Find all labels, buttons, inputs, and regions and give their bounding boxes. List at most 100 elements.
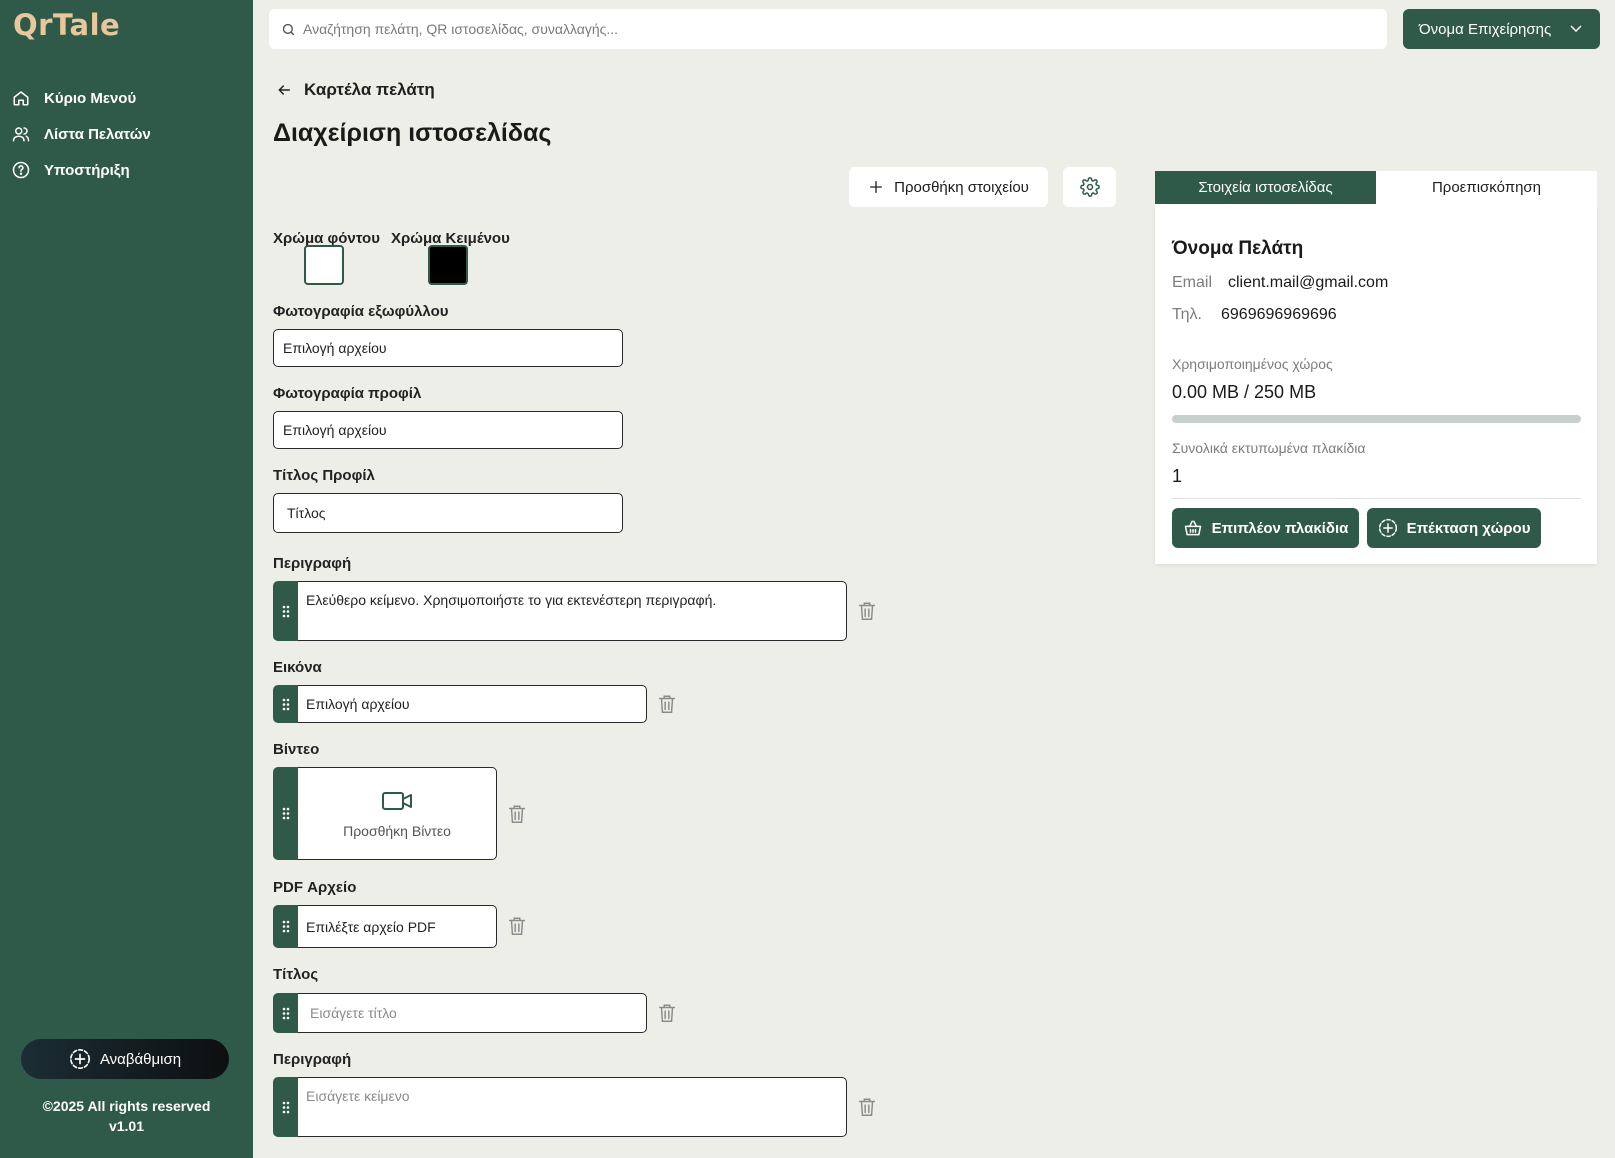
more-tiles-button[interactable]: Επιπλέον πλακίδια <box>1172 508 1359 548</box>
cover-photo-file-input[interactable]: Επιλογή αρχείου <box>273 329 623 367</box>
sidebar-item-clients[interactable]: Λίστα Πελατών <box>12 116 151 152</box>
drag-handle[interactable] <box>273 1077 298 1137</box>
drag-handle-icon <box>282 807 289 820</box>
drag-handle[interactable] <box>273 685 298 723</box>
upgrade-button[interactable]: Αναβάθμιση <box>21 1039 229 1079</box>
profile-photo-file-input[interactable]: Επιλογή αρχείου <box>273 411 623 449</box>
description-textarea[interactable]: Εισάγετε κείμενο <box>298 1077 847 1137</box>
profile-title-input[interactable]: Τίτλος <box>273 493 623 533</box>
add-element-button[interactable]: Προσθήκη στοιχείου <box>849 167 1048 207</box>
add-video-label: Προσθήκη Βίντεο <box>343 822 451 839</box>
add-element-label: Προσθήκη στοιχείου <box>894 178 1029 196</box>
sidebar-item-support[interactable]: Υποστήριξη <box>12 152 151 188</box>
title-input[interactable]: Εισάγετε τίτλο <box>298 993 647 1033</box>
upgrade-label: Αναβάθμιση <box>99 1050 182 1068</box>
tiles-label: Συνολικά εκτυπωμένα πλακίδια <box>1172 440 1366 456</box>
tab-preview[interactable]: Προεπισκόπηση <box>1376 171 1597 204</box>
pdf-file-input[interactable]: Επιλέξτε αρχείο PDF <box>298 905 497 948</box>
profile-title-value: Τίτλος <box>287 505 326 521</box>
title-block-label: Τίτλος <box>273 966 319 983</box>
help-circle-icon <box>12 161 30 179</box>
pdf-block: Επιλέξτε αρχείο PDF <box>273 905 497 948</box>
email-label: Email <box>1172 274 1213 291</box>
sidebar-nav: Κύριο Μενού Λίστα Πελατών Υποστήριξη <box>12 80 151 188</box>
profile-title-label: Τίτλος Προφίλ <box>273 467 375 484</box>
more-tiles-label: Επιπλέον πλακίδια <box>1211 519 1349 537</box>
text-color-swatch[interactable] <box>428 245 468 285</box>
title-placeholder: Εισάγετε τίτλο <box>310 1005 397 1021</box>
drag-handle[interactable] <box>273 905 298 948</box>
sidebar-item-label: Κύριο Μενού <box>44 89 137 107</box>
storage-progress-bar <box>1172 415 1581 423</box>
image-file-input[interactable]: Επιλογή αρχείου <box>298 685 647 723</box>
search-bar <box>269 9 1387 49</box>
trash-icon[interactable] <box>506 803 528 825</box>
chevron-down-icon <box>1570 25 1582 33</box>
drag-handle-icon <box>282 698 289 710</box>
sidebar-item-label: Λίστα Πελατών <box>44 125 151 143</box>
plus-circle-icon <box>1378 518 1397 538</box>
settings-button[interactable] <box>1063 167 1116 207</box>
users-icon <box>12 127 30 142</box>
email-value: client.mail@gmail.com <box>1228 274 1389 291</box>
version-text: v1.01 <box>108 1118 145 1134</box>
trash-icon[interactable] <box>656 1002 678 1024</box>
trash-icon[interactable] <box>856 1096 878 1118</box>
description-block: Εισάγετε κείμενο <box>273 1077 847 1137</box>
video-block: Προσθήκη Βίντεο <box>273 767 497 860</box>
sidebar: QrTale Κύριο Μενού Λίστα Πελατών Υποστήρ… <box>0 0 253 1158</box>
expand-storage-button[interactable]: Επέκταση χώρου <box>1367 508 1541 548</box>
copyright-text: ©2025 All rights reserved <box>42 1098 211 1114</box>
search-input[interactable] <box>303 21 1353 37</box>
cover-photo-label: Φωτογραφία εξωφύλλου <box>273 303 449 320</box>
trash-icon[interactable] <box>506 915 528 937</box>
plus-icon <box>870 181 883 193</box>
trash-icon[interactable] <box>656 693 678 715</box>
drag-handle-icon <box>282 1101 289 1113</box>
business-selector[interactable]: Όνομα Επιχείρησης <box>1403 9 1600 49</box>
sidebar-item-main-menu[interactable]: Κύριο Μενού <box>12 80 151 116</box>
tab-website-details[interactable]: Στοιχεία ιστοσελίδας <box>1155 171 1376 204</box>
description-placeholder: Εισάγετε κείμενο <box>306 1088 410 1104</box>
video-camera-icon <box>382 791 412 810</box>
back-link[interactable]: Καρτέλα πελάτη <box>276 80 435 100</box>
drag-handle-icon <box>282 920 289 933</box>
phone-label: Τηλ. <box>1172 306 1202 323</box>
drag-handle-icon <box>282 605 289 617</box>
description-text: Ελεύθερο κείμενο. Χρησιμοποιήστε το για … <box>306 592 717 608</box>
description-textarea[interactable]: Ελεύθερο κείμενο. Χρησιμοποιήστε το για … <box>298 581 847 641</box>
description-block-label: Περιγραφή <box>273 555 352 572</box>
drag-handle[interactable] <box>273 993 298 1033</box>
drag-handle[interactable] <box>273 767 298 860</box>
description-block-label: Περιγραφή <box>273 1051 352 1068</box>
file-input-text: Επιλέξτε αρχείο PDF <box>306 918 436 935</box>
image-block-label: Εικόνα <box>273 659 322 676</box>
title-block: Εισάγετε τίτλο <box>273 993 647 1033</box>
drag-handle[interactable] <box>273 581 298 641</box>
trash-icon[interactable] <box>856 600 878 622</box>
gear-icon <box>1079 177 1100 197</box>
tiles-value: 1 <box>1172 466 1183 486</box>
storage-value: 0.00 MB / 250 MB <box>1172 382 1317 402</box>
plus-circle-icon <box>69 1049 90 1069</box>
basket-icon <box>1184 520 1201 536</box>
file-input-text: Επιλογή αρχείου <box>306 696 410 712</box>
back-label: Καρτέλα πελάτη <box>304 80 435 99</box>
search-icon <box>282 23 295 35</box>
app-logo[interactable]: QrTale <box>13 8 120 42</box>
panel-tabs: Στοιχεία ιστοσελίδας Προεπισκόπηση <box>1155 171 1597 204</box>
client-name: Όνομα Πελάτη <box>1172 238 1304 259</box>
image-block: Επιλογή αρχείου <box>273 685 647 723</box>
add-video-dropzone[interactable]: Προσθήκη Βίντεο <box>298 767 497 860</box>
copyright: ©2025 All rights reserved v1.01 <box>0 1096 253 1136</box>
video-block-label: Βίντεο <box>273 741 320 758</box>
client-info-card: Όνομα Πελάτη Email client.mail@gmail.com… <box>1155 204 1597 564</box>
file-input-text: Επιλογή αρχείου <box>283 422 387 438</box>
arrow-left-icon <box>278 85 291 95</box>
bg-color-swatch[interactable] <box>304 245 344 285</box>
description-block: Ελεύθερο κείμενο. Χρησιμοποιήστε το για … <box>273 581 847 641</box>
business-label: Όνομα Επιχείρησης <box>1419 20 1552 38</box>
page-title: Διαχείριση ιστοσελίδας <box>273 119 552 147</box>
divider <box>1172 498 1581 499</box>
file-input-text: Επιλογή αρχείου <box>283 340 387 356</box>
